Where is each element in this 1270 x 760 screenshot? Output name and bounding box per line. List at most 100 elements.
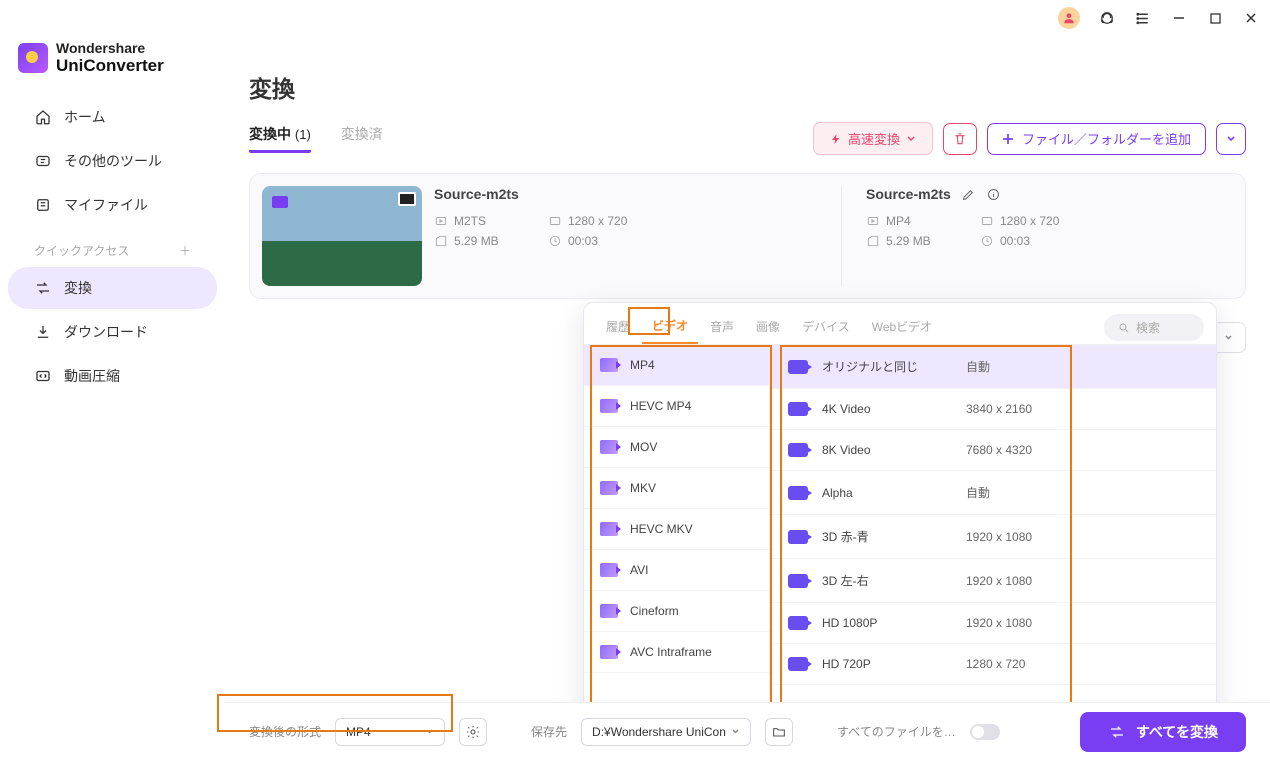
account-avatar[interactable]	[1058, 7, 1080, 29]
popup-tab-4[interactable]: デバイス	[792, 312, 860, 343]
sidebar-item-label: ダウンロード	[64, 322, 148, 342]
preset-item[interactable]: 8K Video7680 x 4320	[770, 430, 1216, 471]
format-item[interactable]: AVI	[584, 550, 769, 591]
format-item[interactable]: MKV	[584, 468, 769, 509]
preset-item[interactable]: オリジナルと同じ自動	[770, 345, 1216, 389]
convert-all-button[interactable]: すべてを変換	[1080, 712, 1246, 752]
video-icon	[788, 574, 808, 588]
target-column: Source-m2ts MP4 1280 x 720 5.29 MB 00:03	[841, 186, 1233, 286]
bottom-bar: 変換後の形式 MP4 保存先 D:¥Wondershare UniCon すべて…	[225, 702, 1270, 760]
tab-converting[interactable]: 変換中 (1)	[249, 124, 311, 153]
video-icon	[788, 486, 808, 500]
format-item[interactable]: HEVC MKV	[584, 509, 769, 550]
output-format-label: 変換後の形式	[249, 723, 321, 740]
download-icon	[34, 323, 52, 341]
sidebar-item-label: その他のツール	[64, 151, 162, 171]
gear-icon	[465, 724, 481, 740]
video-icon	[788, 657, 808, 671]
add-file-button[interactable]: ファイル／フォルダーを追加	[987, 123, 1206, 155]
chevron-down-icon	[1224, 333, 1233, 342]
preset-item[interactable]: HD 1080P1920 x 1080	[770, 603, 1216, 644]
menu-icon[interactable]	[1134, 9, 1152, 27]
preset-item[interactable]: Alpha自動	[770, 471, 1216, 515]
brand-line1: Wondershare	[56, 40, 164, 56]
files-icon	[34, 196, 52, 214]
sidebar-item-download[interactable]: ダウンロード	[8, 311, 217, 353]
format-icon	[434, 214, 448, 228]
popup-tab-0[interactable]: 履歴	[596, 312, 640, 343]
video-icon	[788, 616, 808, 630]
sidebar-item-compress[interactable]: 動画圧縮	[8, 355, 217, 397]
sidebar-item-myfiles[interactable]: マイファイル	[8, 184, 217, 226]
chevron-down-icon	[1226, 134, 1236, 144]
size-icon	[866, 234, 880, 248]
convert-icon	[34, 279, 52, 297]
bolt-icon	[830, 133, 842, 145]
edit-icon[interactable]	[961, 187, 976, 202]
convert-icon	[1108, 723, 1126, 741]
trash-icon	[952, 131, 968, 147]
folder-icon	[771, 724, 787, 740]
preset-item[interactable]: HD 720P1280 x 720	[770, 644, 1216, 685]
sidebar-item-label: 動画圧縮	[64, 366, 120, 386]
format-icon	[866, 214, 880, 228]
source-column: Source-m2ts M2TS 1280 x 720 5.29 MB 00:0…	[434, 186, 801, 286]
info-icon[interactable]	[986, 187, 1001, 202]
format-item[interactable]: AVC Intraframe	[584, 632, 769, 673]
sidebar-item-home[interactable]: ホーム	[8, 96, 217, 138]
fast-convert-button[interactable]: 高速変換	[813, 122, 933, 155]
format-popup: 履歴ビデオ音声画像デバイスWebビデオ検索 MP4HEVC MP4MOVMKVH…	[583, 302, 1217, 734]
preset-item[interactable]: 3D 左-右1920 x 1080	[770, 559, 1216, 603]
video-icon	[788, 402, 808, 416]
sidebar-item-label: マイファイル	[64, 195, 148, 215]
merge-toggle[interactable]	[970, 724, 1000, 740]
video-thumbnail[interactable]	[262, 186, 422, 286]
support-icon[interactable]	[1098, 9, 1116, 27]
open-folder-button[interactable]	[765, 718, 793, 746]
popup-tab-3[interactable]: 画像	[746, 312, 790, 343]
delete-button[interactable]	[943, 123, 977, 155]
brand: Wondershare UniConverter	[0, 40, 225, 94]
page-title: 変換	[249, 70, 1246, 104]
close-icon[interactable]	[1242, 9, 1260, 27]
format-icon	[600, 604, 618, 618]
format-item[interactable]: MOV	[584, 427, 769, 468]
popup-tab-2[interactable]: 音声	[700, 312, 744, 343]
output-format-select[interactable]: MP4	[335, 718, 445, 746]
minimize-icon[interactable]	[1170, 9, 1188, 27]
format-icon	[600, 399, 618, 413]
popup-search[interactable]: 検索	[1104, 314, 1204, 341]
format-item[interactable]: MP4	[584, 345, 769, 386]
resolution-icon	[548, 214, 562, 228]
format-icon	[600, 645, 618, 659]
preset-item[interactable]: 3D 赤-青1920 x 1080	[770, 515, 1216, 559]
chevron-down-icon	[425, 727, 434, 736]
dest-label: 保存先	[531, 723, 567, 740]
chevron-down-icon	[906, 134, 916, 144]
format-icon	[600, 358, 618, 372]
sidebar-item-label: 変換	[64, 278, 92, 298]
plus-icon	[1002, 133, 1014, 145]
preset-item[interactable]: 4K Video3840 x 2160	[770, 389, 1216, 430]
source-filename: Source-m2ts	[434, 186, 801, 202]
sidebar: Wondershare UniConverter ホーム その他のツール マイフ…	[0, 36, 225, 760]
search-icon	[1118, 322, 1130, 334]
format-icon	[600, 440, 618, 454]
popup-tab-5[interactable]: Webビデオ	[862, 312, 942, 343]
tab-converted[interactable]: 変換済	[341, 124, 383, 153]
popup-tab-1[interactable]: ビデオ	[642, 311, 698, 344]
maximize-icon[interactable]	[1206, 9, 1224, 27]
video-icon	[788, 443, 808, 457]
format-item[interactable]: Cineform	[584, 591, 769, 632]
tools-icon	[34, 152, 52, 170]
add-file-dropdown[interactable]	[1216, 123, 1246, 155]
format-item[interactable]: HEVC MP4	[584, 386, 769, 427]
output-settings-button[interactable]	[459, 718, 487, 746]
compress-icon	[34, 367, 52, 385]
sidebar-item-tools[interactable]: その他のツール	[8, 140, 217, 182]
add-quick-icon[interactable]: ＋	[179, 242, 191, 259]
target-filename: Source-m2ts	[866, 186, 951, 202]
dest-path-select[interactable]: D:¥Wondershare UniCon	[581, 718, 751, 746]
sidebar-item-convert[interactable]: 変換	[8, 267, 217, 309]
size-icon	[434, 234, 448, 248]
